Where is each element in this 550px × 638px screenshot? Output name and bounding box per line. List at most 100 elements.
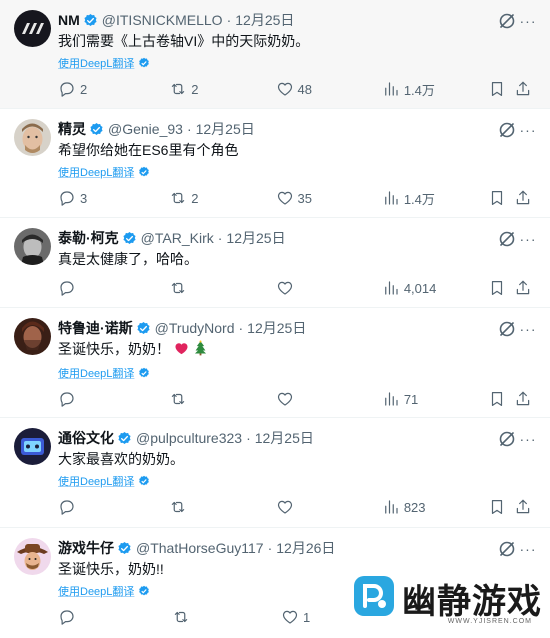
author-name[interactable]: 通俗文化 [58,428,114,448]
repost-button[interactable] [169,498,275,516]
grok-icon[interactable] [498,320,516,338]
bookmark-button[interactable] [488,279,514,297]
more-options-icon[interactable]: ··· [520,121,536,139]
reply-button[interactable] [58,608,172,626]
author-handle[interactable]: @pulpculture323 [136,430,242,446]
reply-post[interactable]: ··· NM @ITISNICKMELLO · 12月25日 我们需要《上古卷轴… [0,0,550,109]
avatar[interactable] [14,318,51,355]
bookmark-button[interactable] [488,189,514,207]
author-name[interactable]: 泰勒·柯克 [58,228,119,248]
watermark-logo-icon [352,574,396,623]
grok-icon[interactable] [498,12,516,30]
translate-link[interactable]: 使用DeepL翻译 [58,474,534,488]
repost-icon [169,390,187,408]
repost-icon [172,608,190,626]
translate-link[interactable]: 使用DeepL翻译 [58,165,534,179]
author-handle[interactable]: @TAR_Kirk [141,230,214,246]
reply-button[interactable] [58,390,169,408]
avatar[interactable] [14,10,51,47]
share-button[interactable] [514,390,534,408]
views-icon [382,80,400,98]
share-button[interactable] [514,80,534,98]
like-count: 1 [303,610,310,625]
author-name[interactable]: 游戏牛仔 [58,538,114,558]
reply-post[interactable]: ··· 通俗文化 @pulpculture323 · 12月25日 大家最喜欢的… [0,418,550,528]
reply-post[interactable]: ··· 精灵 @Genie_93 · 12月25日 希望你给她在ES6里有个角色… [0,109,550,218]
author-handle[interactable]: @TrudyNord [155,320,235,336]
post-date[interactable]: 12月25日 [247,318,306,338]
reply-button[interactable] [58,279,169,297]
author-handle[interactable]: @ThatHorseGuy117 [136,540,264,556]
like-button[interactable] [276,498,382,516]
post-date[interactable]: 12月25日 [226,228,285,248]
watermark-url: WWW.YJISREN.COM [448,618,532,625]
translate-link[interactable]: 使用DeepL翻译 [58,56,534,70]
author-name[interactable]: 特鲁迪·诺斯 [58,318,133,338]
translate-label[interactable]: 使用DeepL翻译 [58,55,134,71]
author-handle[interactable]: @ITISNICKMELLO [102,12,223,28]
views-icon [382,498,400,516]
views-button[interactable]: 1.4万 [382,189,488,208]
bookmark-button[interactable] [488,80,514,98]
translate-label[interactable]: 使用DeepL翻译 [58,164,134,180]
avatar[interactable] [14,228,51,265]
bookmark-button[interactable] [488,390,514,408]
more-options-icon[interactable]: ··· [520,12,536,30]
separator-dot: · [218,230,223,246]
author-name[interactable]: NM [58,12,80,28]
repost-button[interactable] [169,279,275,297]
avatar[interactable] [14,119,51,156]
avatar[interactable] [14,428,51,465]
repost-button[interactable] [169,390,275,408]
share-button[interactable] [514,279,534,297]
translate-label[interactable]: 使用DeepL翻译 [58,365,134,381]
author-name[interactable]: 精灵 [58,119,86,139]
post-date[interactable]: 12月25日 [235,10,294,30]
reply-button[interactable]: 3 [58,189,169,207]
post-date[interactable]: 12月25日 [255,428,314,448]
reply-button[interactable] [58,498,169,516]
more-options-icon[interactable]: ··· [520,430,536,448]
like-button[interactable] [276,279,382,297]
views-button[interactable]: 1.4万 [382,80,488,99]
action-bar: 3 2 35 1.4万 [58,187,534,219]
like-button[interactable]: 48 [276,80,382,98]
share-button[interactable] [514,189,534,207]
post-date[interactable]: 12月25日 [196,119,255,139]
repost-count: 2 [191,191,198,206]
reply-post[interactable]: ··· 特鲁迪·诺斯 @TrudyNord · 12月25日 圣诞快乐，奶奶！ … [0,308,550,418]
post-text-content: 圣诞快乐，奶奶！ [58,341,170,357]
like-button[interactable] [276,390,382,408]
post-text: 希望你给她在ES6里有个角色 [58,140,534,160]
repost-button[interactable]: 2 [169,80,275,98]
translate-label[interactable]: 使用DeepL翻译 [58,473,134,489]
reply-post[interactable]: ··· 泰勒·柯克 @TAR_Kirk · 12月25日 真是太健康了，哈哈。 [0,218,550,308]
more-options-icon[interactable]: ··· [520,230,536,248]
share-button[interactable] [514,498,534,516]
grok-icon[interactable] [498,121,516,139]
author-handle[interactable]: @Genie_93 [108,121,183,137]
views-button[interactable]: 823 [382,498,488,516]
view-count: 823 [404,500,426,515]
translate-link[interactable]: 使用DeepL翻译 [58,366,534,380]
view-count: 1.4万 [404,80,435,99]
more-options-icon[interactable]: ··· [520,540,536,558]
reply-button[interactable]: 2 [58,80,169,98]
repost-button[interactable]: 2 [169,189,275,207]
grok-icon[interactable] [498,430,516,448]
post-date[interactable]: 12月26日 [276,538,335,558]
repost-button[interactable] [172,608,281,626]
avatar[interactable] [14,538,51,575]
like-button[interactable]: 35 [276,189,382,207]
more-options-icon[interactable]: ··· [520,320,536,338]
grok-icon[interactable] [498,540,516,558]
translate-label[interactable]: 使用DeepL翻译 [58,583,134,599]
views-button[interactable]: 71 [382,390,488,408]
views-icon [382,390,400,408]
post-text: 圣诞快乐，奶奶！ [58,339,534,361]
verified-badge-icon [117,541,132,556]
views-button[interactable]: 4,014 [382,279,488,297]
bookmark-button[interactable] [488,498,514,516]
heart-icon [281,608,299,626]
grok-icon[interactable] [498,230,516,248]
